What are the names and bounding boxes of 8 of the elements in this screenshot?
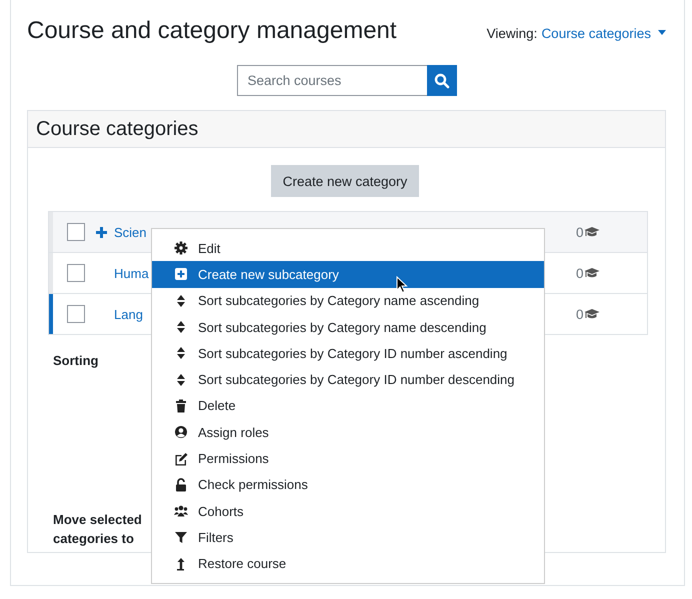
course-count: 0 xyxy=(576,306,584,322)
viewing-label: Viewing: xyxy=(486,26,538,41)
course-count: 0 xyxy=(576,224,584,240)
sorting-label: Sorting xyxy=(53,353,98,368)
card-title: Course categories xyxy=(36,118,198,140)
course-count: 0 xyxy=(576,266,584,280)
page-title: Course and category management xyxy=(27,16,397,46)
move-label: Move selected categories to xyxy=(53,511,143,548)
